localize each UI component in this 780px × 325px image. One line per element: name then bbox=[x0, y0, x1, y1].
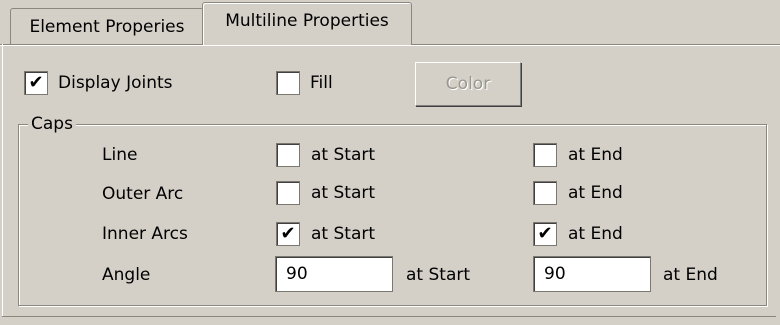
inner-arcs-start-checkbox[interactable]: ✔ bbox=[276, 222, 300, 246]
panel-edge bbox=[2, 316, 776, 317]
caps-row-label: Line bbox=[102, 145, 138, 165]
outer-arc-start-label: at Start bbox=[311, 183, 376, 203]
line-end-label: at End bbox=[568, 145, 623, 165]
line-end-checkbox[interactable] bbox=[533, 143, 557, 167]
display-joints-label: Display Joints bbox=[58, 73, 173, 93]
caps-group-title: Caps bbox=[28, 114, 76, 134]
outer-arc-start-checkbox[interactable] bbox=[276, 181, 300, 205]
angle-end-input[interactable]: 90 bbox=[533, 256, 651, 292]
line-start-label: at Start bbox=[311, 145, 376, 165]
check-icon: ✔ bbox=[280, 223, 296, 244]
inner-arcs-end-checkbox[interactable]: ✔ bbox=[533, 222, 557, 246]
check-icon: ✔ bbox=[28, 72, 44, 93]
angle-start-input[interactable]: 90 bbox=[275, 256, 393, 292]
angle-end-label: at End bbox=[663, 265, 718, 285]
tab-element-properties-label: Element Properies bbox=[29, 16, 185, 37]
outer-arc-end-label: at End bbox=[568, 183, 623, 203]
fill-label: Fill bbox=[310, 73, 333, 93]
tab-strip: Element Properies Multiline Properties bbox=[0, 0, 780, 45]
panel-edge bbox=[2, 44, 3, 316]
angle-label: Angle bbox=[102, 265, 151, 285]
line-start-checkbox[interactable] bbox=[276, 143, 300, 167]
check-icon: ✔ bbox=[537, 223, 553, 244]
inner-arcs-end-label: at End bbox=[568, 224, 623, 244]
inner-arcs-start-label: at Start bbox=[311, 224, 376, 244]
outer-arc-end-checkbox[interactable] bbox=[533, 181, 557, 205]
color-button-label: Color bbox=[445, 74, 491, 94]
color-button[interactable]: Color bbox=[415, 62, 521, 106]
caps-row-label: Outer Arc bbox=[102, 184, 184, 204]
angle-start-label: at Start bbox=[406, 265, 471, 285]
tab-divider-highlight bbox=[0, 45, 780, 46]
fill-checkbox[interactable] bbox=[276, 71, 300, 95]
caps-row-label: Inner Arcs bbox=[102, 224, 188, 244]
tab-element-properties[interactable]: Element Properies bbox=[10, 8, 204, 44]
display-joints-checkbox[interactable]: ✔ bbox=[24, 71, 48, 95]
tab-multiline-properties[interactable]: Multiline Properties bbox=[202, 2, 412, 45]
tab-multiline-properties-label: Multiline Properties bbox=[225, 11, 389, 31]
